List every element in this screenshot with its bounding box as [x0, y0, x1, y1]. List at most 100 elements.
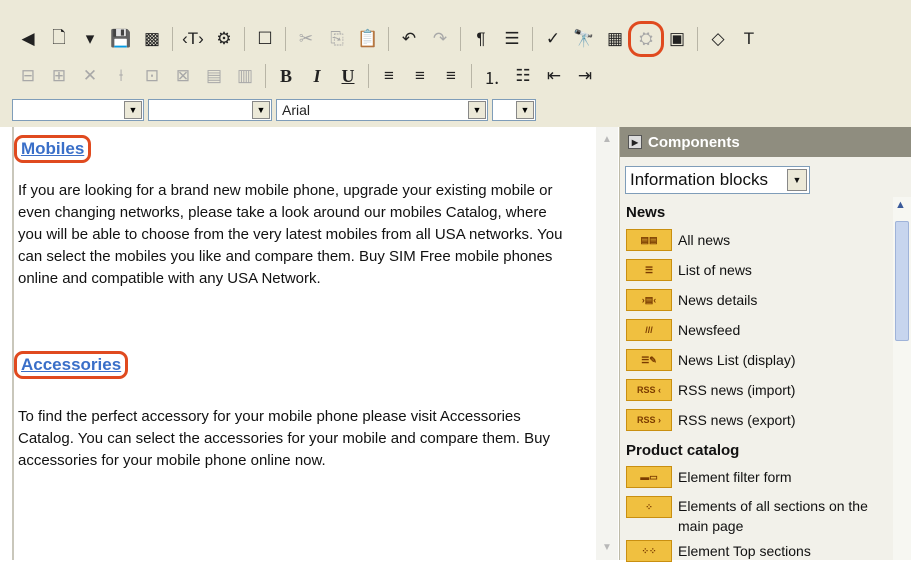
component-panel-button[interactable]: ◀ [14, 25, 42, 53]
chevron-down-icon[interactable]: ▼ [787, 169, 807, 191]
indent-icon: ⇥ [577, 66, 593, 85]
component-item[interactable]: RSS ‹ RSS news (import) [626, 379, 884, 401]
components-scrollbar[interactable]: ▲ [893, 197, 911, 560]
ordered-list-button[interactable]: ⒈ [478, 62, 506, 90]
chevron-down-icon[interactable]: ▼ [124, 101, 142, 119]
find-button[interactable]: 🔭 [570, 25, 598, 53]
table-icon: ▦ [606, 29, 624, 48]
save-as-button[interactable]: ▩ [138, 25, 166, 53]
toolbar-separator [265, 64, 266, 88]
insert-image-button[interactable]: ⛭ [628, 21, 664, 57]
delete-col-button[interactable]: ⟊ [107, 62, 135, 90]
editor-canvas[interactable]: Mobiles If you are looking for a brand n… [12, 127, 618, 560]
component-item[interactable]: ⁘ Elements of all sections on the main pa… [626, 496, 881, 536]
paste-button[interactable]: 📋 [354, 25, 382, 53]
ordered-list-icon: ⒈ [483, 68, 501, 88]
split-cells-button[interactable]: ⊠ [169, 62, 197, 90]
component-panel-icon: ◀ [21, 29, 35, 48]
component-item[interactable]: ☰✎ News List (display) [626, 349, 884, 371]
scroll-up-icon[interactable]: ▲ [599, 131, 615, 147]
component-item[interactable]: ▬▭ Element filter form [626, 466, 881, 488]
align-left-button[interactable]: ≡ [375, 62, 403, 90]
style-select[interactable]: ▼ [12, 99, 144, 121]
component-label: News List (display) [678, 352, 796, 368]
bold-button[interactable]: B [272, 62, 300, 90]
cut-button[interactable]: ✂ [292, 25, 320, 53]
category-product-catalog: Product catalog [626, 442, 740, 459]
component-item[interactable]: ⁘⁘ Element Top sections [626, 540, 881, 562]
undo-button[interactable]: ↶ [395, 25, 423, 53]
unordered-list-button[interactable]: ☷ [509, 62, 537, 90]
align-right-button[interactable]: ≡ [437, 62, 465, 90]
align-block-button[interactable]: ☰ [498, 25, 526, 53]
delete-row-icon: ✕ [82, 66, 98, 85]
components-panel-header[interactable]: ▶ Components [620, 127, 911, 157]
spellcheck-button[interactable]: ✓ [539, 25, 567, 53]
new-page-button[interactable]: 🗋 [45, 25, 73, 53]
delete-row-button[interactable]: ✕ [76, 62, 104, 90]
paragraph-button[interactable]: ¶ [467, 25, 495, 53]
form-icon: ☐ [257, 29, 273, 48]
component-label: RSS news (export) [678, 412, 796, 428]
component-label: List of news [678, 262, 752, 278]
insert-col-button[interactable]: ⊞ [45, 62, 73, 90]
insert-row-button[interactable]: ⊟ [14, 62, 42, 90]
component-group-select[interactable]: Information blocks ▼ [625, 166, 810, 194]
paragraph-size-select[interactable]: ▼ [148, 99, 272, 121]
redo-button[interactable]: ↷ [426, 25, 454, 53]
font-family-select[interactable]: Arial ▼ [276, 99, 488, 121]
component-item[interactable]: RSS › RSS news (export) [626, 409, 884, 431]
component-label: Element filter form [678, 469, 792, 485]
component-label: Newsfeed [678, 322, 741, 338]
media-button[interactable]: ▣ [663, 25, 691, 53]
component-item[interactable]: ▤▤ All news [626, 229, 884, 251]
new-page-dropdown-button[interactable]: ▾ [76, 25, 104, 53]
cut-icon: ✂ [298, 29, 314, 48]
underline-button[interactable]: U [334, 62, 362, 90]
tag-button[interactable]: ‹T› [179, 25, 207, 53]
editor-scrollbar[interactable]: ▲ ▼ [596, 127, 618, 560]
component-label: Elements of all sections on the main pag… [678, 498, 868, 534]
component-label: News details [678, 292, 758, 308]
format-bar: ▼ ▼ Arial ▼ ▼ [12, 99, 540, 121]
component-item[interactable]: ☰ List of news [626, 259, 884, 281]
collapse-panel-icon[interactable]: ▶ [628, 135, 642, 149]
table-button[interactable]: ▦ [601, 25, 629, 53]
indent-button[interactable]: ⇥ [571, 62, 599, 90]
table-props-button[interactable]: ▥ [231, 62, 259, 90]
toolbar-separator [460, 27, 461, 51]
chevron-down-icon[interactable]: ▼ [516, 101, 534, 119]
category-news: News [626, 204, 666, 221]
redo-icon: ↷ [432, 29, 448, 48]
scroll-up-icon[interactable]: ▲ [895, 199, 906, 211]
component-icon: RSS › [626, 409, 672, 431]
cell-props-button[interactable]: ▤ [200, 62, 228, 90]
toolbar-separator [532, 27, 533, 51]
save-button[interactable]: 💾 [107, 25, 135, 53]
copy-button[interactable]: ⎘ [323, 25, 351, 53]
clear-format-button[interactable]: ◇ [704, 25, 732, 53]
find-icon: 🔭 [573, 29, 595, 48]
scroll-down-icon[interactable]: ▼ [599, 539, 615, 555]
align-block-icon: ☰ [504, 29, 520, 48]
undo-icon: ↶ [401, 29, 417, 48]
heading-accessories-link[interactable]: Accessories [14, 351, 129, 379]
chevron-down-icon[interactable]: ▼ [252, 101, 270, 119]
unordered-list-icon: ☷ [515, 66, 531, 85]
component-item[interactable]: /// Newsfeed [626, 319, 884, 341]
page-properties-button[interactable]: ⚙ [210, 25, 238, 53]
font-size-select[interactable]: ▼ [492, 99, 536, 121]
component-group-value: Information blocks [630, 170, 768, 189]
component-item[interactable]: ›▤‹ News details [626, 289, 884, 311]
text-color-button[interactable]: T [735, 25, 763, 53]
heading-mobiles-link[interactable]: Mobiles [14, 135, 92, 163]
italic-button[interactable]: I [303, 62, 331, 90]
media-icon: ▣ [668, 29, 686, 48]
merge-cells-button[interactable]: ⊡ [138, 62, 166, 90]
scroll-thumb[interactable] [895, 221, 909, 341]
outdent-button[interactable]: ⇤ [540, 62, 568, 90]
form-button[interactable]: ☐ [251, 25, 279, 53]
chevron-down-icon[interactable]: ▼ [468, 101, 486, 119]
insert-row-icon: ⊟ [20, 66, 36, 85]
align-center-button[interactable]: ≡ [406, 62, 434, 90]
